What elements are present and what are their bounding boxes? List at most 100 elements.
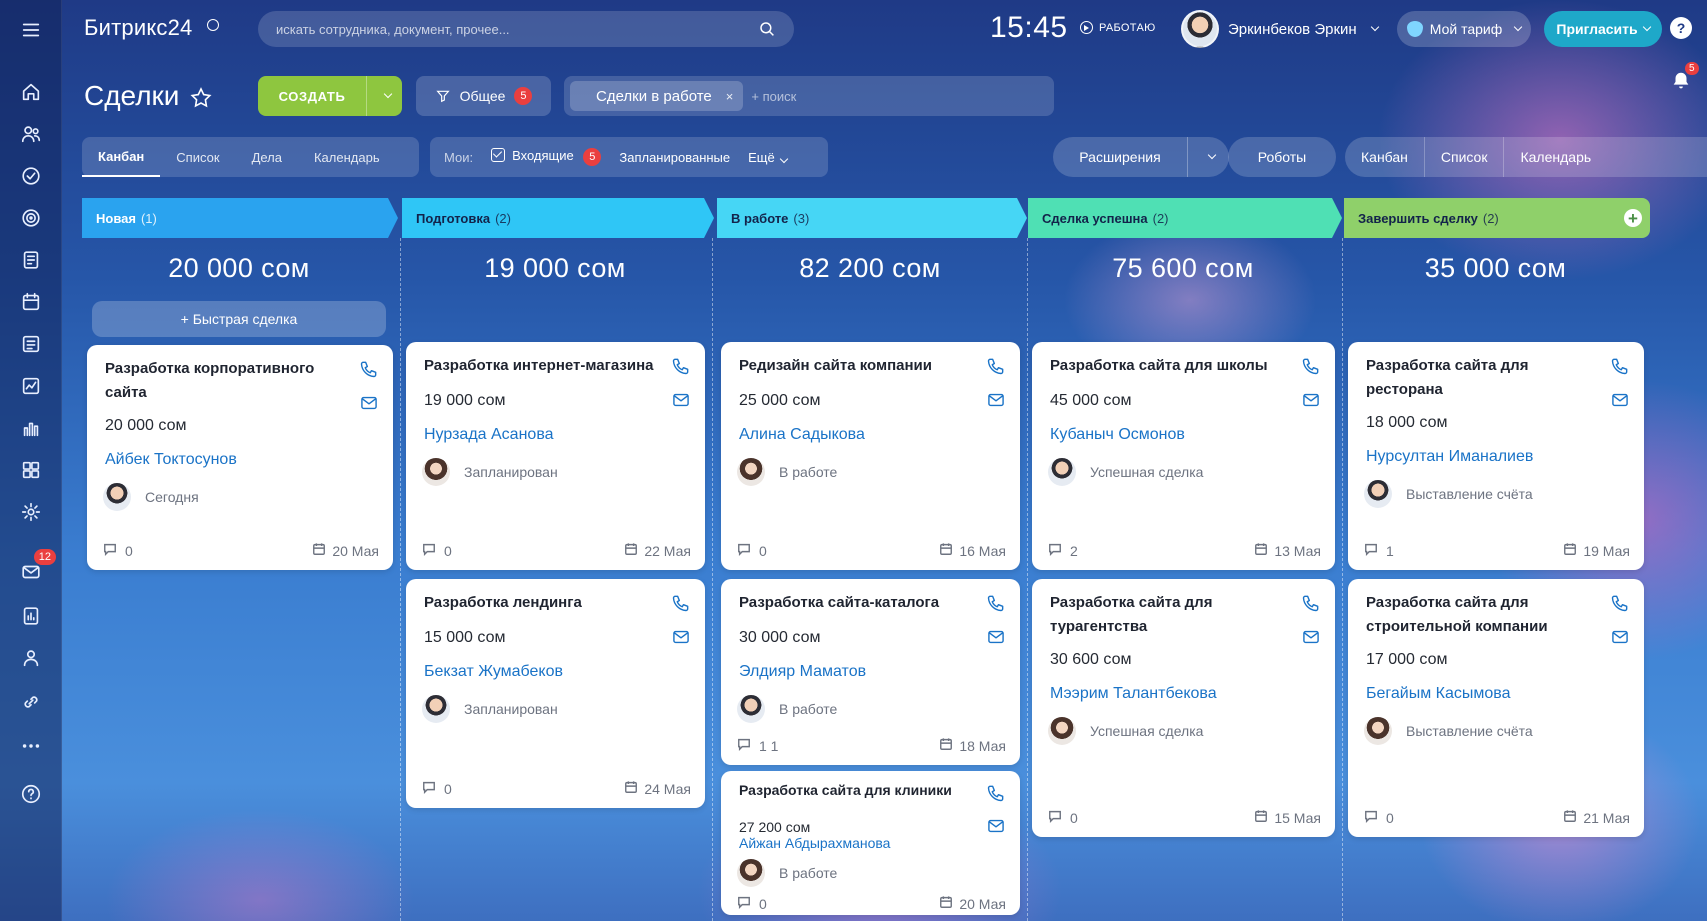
tab-calendar[interactable]: Календарь: [298, 137, 396, 177]
team-icon[interactable]: [15, 642, 47, 674]
client-link[interactable]: Мээрим Талантбекова: [1050, 685, 1217, 703]
mail-icon[interactable]: [986, 627, 1006, 647]
extensions-dropdown[interactable]: [1187, 137, 1229, 177]
deal-card[interactable]: Разработка интернет-магазина 19 000 сом Ну…: [406, 342, 705, 570]
client-link[interactable]: Бегайым Касымова: [1366, 685, 1511, 703]
deal-card[interactable]: Разработка корпоративного сайта 20 000 со…: [87, 345, 393, 570]
phone-icon[interactable]: [1610, 356, 1630, 376]
mail-icon[interactable]: [359, 393, 379, 413]
column-header[interactable]: Сделка успешна (2): [1028, 198, 1342, 238]
comments-count[interactable]: 0: [103, 542, 133, 559]
search-input[interactable]: [276, 21, 758, 37]
notifications-button[interactable]: 5: [1670, 62, 1699, 96]
mail-icon[interactable]: [1301, 627, 1321, 647]
quick-deal-button[interactable]: + Быстрая сделка: [92, 301, 386, 337]
comments-count[interactable]: 1 1: [737, 737, 778, 754]
comments-count[interactable]: 0: [422, 542, 452, 559]
comments-count[interactable]: 1: [1364, 542, 1394, 559]
deal-card[interactable]: Разработка сайта для турагентства 30 600 …: [1032, 579, 1335, 837]
tab-activities[interactable]: Дела: [236, 137, 298, 177]
global-search[interactable]: [258, 11, 794, 47]
more-button[interactable]: Ещё: [748, 150, 788, 165]
mail-icon[interactable]: [671, 627, 691, 647]
client-link[interactable]: Кубаныч Осмонов: [1050, 426, 1185, 444]
tab-kanban[interactable]: Канбан: [82, 137, 161, 177]
comments-count[interactable]: 0: [422, 780, 452, 797]
deal-card[interactable]: Разработка сайта для ресторана 18 000 сом…: [1348, 342, 1644, 570]
tariff-button[interactable]: Мой тариф: [1397, 11, 1531, 47]
column-header[interactable]: Новая (1): [82, 198, 398, 238]
tasks-icon[interactable]: [15, 160, 47, 192]
star-icon[interactable]: [189, 86, 213, 110]
contacts-icon[interactable]: [15, 118, 47, 150]
deal-card[interactable]: Разработка лендинга 15 000 сом Бекзат Жума…: [406, 579, 705, 808]
mail-icon[interactable]: [986, 816, 1006, 836]
deal-card[interactable]: Разработка сайта для школы 45 000 сом Куба…: [1032, 342, 1335, 570]
mail-icon[interactable]: [1610, 390, 1630, 410]
settings-icon[interactable]: [15, 496, 47, 528]
phone-icon[interactable]: [1301, 593, 1321, 613]
mail-icon[interactable]: [1610, 627, 1630, 647]
more-icon[interactable]: [15, 730, 47, 762]
deal-card[interactable]: Редизайн сайта компании 25 000 сом Алина С…: [721, 342, 1020, 570]
phone-icon[interactable]: [1301, 356, 1321, 376]
calendar-icon[interactable]: [15, 286, 47, 318]
mail-icon[interactable]: [671, 390, 691, 410]
comments-count[interactable]: 2: [1048, 542, 1078, 559]
tab-calendar-2[interactable]: Календарь: [1504, 137, 1607, 177]
home-icon[interactable]: [15, 76, 47, 108]
client-link[interactable]: Айжан Абдырахманова: [739, 835, 890, 851]
client-link[interactable]: Нурзада Асанова: [424, 426, 554, 444]
phone-icon[interactable]: [359, 359, 379, 379]
analytics-icon[interactable]: [15, 370, 47, 402]
user-menu[interactable]: Эркинбеков Эркин: [1181, 10, 1379, 48]
create-dropdown[interactable]: [366, 76, 402, 116]
tab-list[interactable]: Список: [160, 137, 235, 177]
client-link[interactable]: Айбек Токтосунов: [105, 451, 237, 469]
checkbox-icon[interactable]: [491, 148, 506, 162]
work-status[interactable]: РАБОТАЮ: [1080, 21, 1156, 34]
robots-button[interactable]: Роботы: [1228, 137, 1336, 177]
phone-icon[interactable]: [671, 593, 691, 613]
link-icon[interactable]: [15, 686, 47, 718]
mail-icon[interactable]: 12: [15, 549, 56, 588]
app-logo[interactable]: Битрикс24: [84, 15, 192, 41]
client-link[interactable]: Нурсултан Иманалиев: [1366, 448, 1533, 466]
extensions-button[interactable]: Расширения: [1053, 137, 1229, 177]
bar-chart-icon[interactable]: [15, 412, 47, 444]
phone-icon[interactable]: [986, 593, 1006, 613]
phone-icon[interactable]: [671, 356, 691, 376]
mail-icon[interactable]: [1301, 390, 1321, 410]
search-icon[interactable]: [758, 20, 776, 38]
tab-kanban-2[interactable]: Канбан: [1345, 137, 1425, 177]
help-button[interactable]: ?: [1670, 17, 1692, 39]
client-link[interactable]: Алина Садыкова: [739, 426, 865, 444]
close-icon[interactable]: ×: [726, 89, 734, 104]
filter-search-input[interactable]: [751, 88, 952, 104]
phone-icon[interactable]: [986, 783, 1006, 803]
create-button[interactable]: СОЗДАТЬ: [258, 76, 402, 116]
mail-icon[interactable]: [986, 390, 1006, 410]
client-link[interactable]: Бекзат Жумабеков: [424, 663, 563, 681]
column-header[interactable]: Подготовка (2): [402, 198, 714, 238]
column-header[interactable]: В работе (3): [717, 198, 1027, 238]
document-icon[interactable]: [15, 244, 47, 276]
menu-icon[interactable]: [15, 14, 47, 46]
reports-icon[interactable]: [15, 600, 47, 632]
filter-preset-button[interactable]: Общее 5: [416, 76, 551, 116]
deal-card[interactable]: Разработка сайта для строительной компан…: [1348, 579, 1644, 837]
planned-toggle[interactable]: Запланированные: [619, 150, 730, 165]
client-link[interactable]: Элдияр Маматов: [739, 663, 866, 681]
filter-search-field[interactable]: Сделки в работе ×: [564, 76, 1054, 116]
help-circle-icon[interactable]: [15, 778, 47, 810]
deal-card[interactable]: Разработка сайта-каталога 30 000 сом Элдия…: [721, 579, 1020, 765]
invite-button[interactable]: Пригласить: [1544, 11, 1662, 47]
deal-card[interactable]: Разработка сайта для клиники 27 200 сом Ай…: [721, 771, 1020, 915]
phone-icon[interactable]: [986, 356, 1006, 376]
target-icon[interactable]: [15, 202, 47, 234]
tab-list-2[interactable]: Список: [1425, 137, 1505, 177]
comments-count[interactable]: 0: [1364, 809, 1394, 826]
comments-count[interactable]: 0: [1048, 809, 1078, 826]
active-filter-chip[interactable]: Сделки в работе ×: [570, 81, 744, 111]
phone-icon[interactable]: [1610, 593, 1630, 613]
